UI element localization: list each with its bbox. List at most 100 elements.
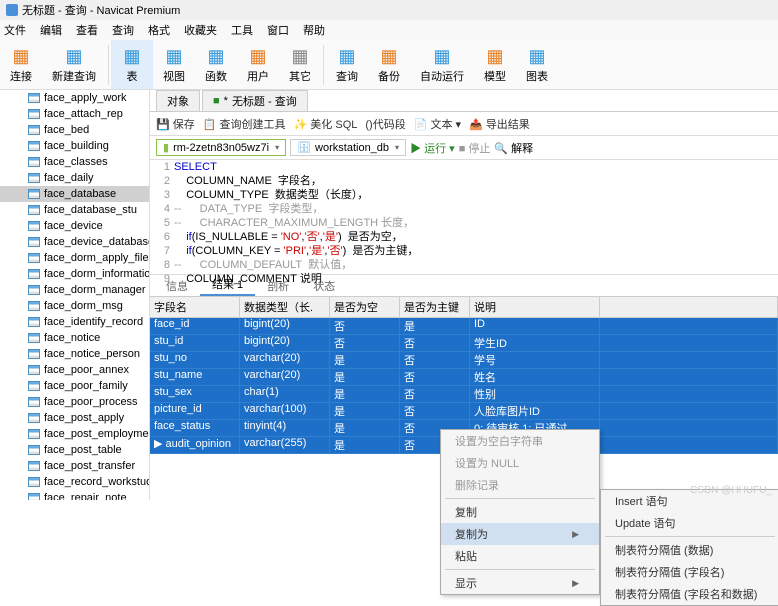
- ctx-item[interactable]: 复制为▶: [441, 523, 599, 545]
- tool-查询[interactable]: ▦查询: [326, 40, 368, 89]
- export-results-button[interactable]: 📤 导出结果: [469, 116, 530, 132]
- menu-编辑[interactable]: 编辑: [40, 22, 62, 38]
- table-row[interactable]: stu_idbigint(20)否否学生ID: [150, 335, 778, 352]
- table-face_device_database[interactable]: face_device_database: [0, 234, 149, 250]
- context-menu: 设置为空白字符串设置为 NULL删除记录复制复制为▶粘贴显示▶: [440, 429, 600, 595]
- ctx-sub-item[interactable]: 制表符分隔值 (字段名): [601, 561, 778, 583]
- connection-bar: ▮rm-2zetn83n05wz7i▾ 🗄workstation_db▾ ▶ 运…: [150, 136, 778, 160]
- col-header[interactable]: 是否为主键: [400, 297, 470, 317]
- table-face_building[interactable]: face_building: [0, 138, 149, 154]
- result-tabs: 信息结果 1剖析状态: [150, 275, 778, 297]
- table-face_dorm_manager[interactable]: face_dorm_manager: [0, 282, 149, 298]
- table-face_repair_note[interactable]: face_repair_note: [0, 490, 149, 500]
- text-button[interactable]: 📄 文本 ▾: [414, 116, 461, 132]
- tool-表[interactable]: ▦表: [111, 40, 153, 89]
- col-header[interactable]: 是否为空: [330, 297, 400, 317]
- table-face_database_stu[interactable]: face_database_stu: [0, 202, 149, 218]
- tool-新建查询[interactable]: ▦新建查询: [42, 40, 106, 89]
- col-header[interactable]: 字段名: [150, 297, 240, 317]
- tool-视图[interactable]: ▦视图: [153, 40, 195, 89]
- sql-editor[interactable]: 123456789 SELECT COLUMN_NAME 字段名， COLUMN…: [150, 160, 778, 275]
- tool-自动运行[interactable]: ▦自动运行: [410, 40, 474, 89]
- editor-tabs: 对象 ■*无标题 - 查询: [150, 90, 778, 112]
- table-icon: [28, 269, 40, 279]
- table-face_dorm_information[interactable]: face_dorm_information: [0, 266, 149, 282]
- tool-其它[interactable]: ▦其它: [279, 40, 321, 89]
- tool-连接[interactable]: ▦连接: [0, 40, 42, 89]
- table-face_device[interactable]: face_device: [0, 218, 149, 234]
- table-face_attach_rep[interactable]: face_attach_rep: [0, 106, 149, 122]
- table-face_post_transfer[interactable]: face_post_transfer: [0, 458, 149, 474]
- beautify-sql-button[interactable]: ✨ 美化 SQL: [294, 116, 358, 132]
- table-face_apply_work[interactable]: face_apply_work: [0, 90, 149, 106]
- menu-查询[interactable]: 查询: [112, 22, 134, 38]
- table-icon: [28, 381, 40, 391]
- results-grid: 字段名数据类型（长.是否为空是否为主键说明 face_idbigint(20)否…: [150, 297, 778, 454]
- menu-文件[interactable]: 文件: [4, 22, 26, 38]
- table-face_poor_annex[interactable]: face_poor_annex: [0, 362, 149, 378]
- result-tab-2[interactable]: 剖析: [255, 276, 301, 296]
- table-face_notice_person[interactable]: face_notice_person: [0, 346, 149, 362]
- table-face_dorm_msg[interactable]: face_dorm_msg: [0, 298, 149, 314]
- ctx-item: 设置为 NULL: [441, 452, 599, 474]
- tab-objects[interactable]: 对象: [156, 90, 200, 111]
- table-face_record_workstudy[interactable]: face_record_workstudy: [0, 474, 149, 490]
- result-tab-0[interactable]: 信息: [154, 276, 200, 296]
- table-face_poor_family[interactable]: face_poor_family: [0, 378, 149, 394]
- table-row[interactable]: stu_sexchar(1)是否性别: [150, 386, 778, 403]
- tool-用户[interactable]: ▦用户: [237, 40, 279, 89]
- table-face_post_employment[interactable]: face_post_employment: [0, 426, 149, 442]
- stop-button: ■ 停止: [459, 140, 491, 156]
- tool-模型[interactable]: ▦模型: [474, 40, 516, 89]
- toolbar: ▦连接▦新建查询▦表▦视图▦函数▦用户▦其它▦查询▦备份▦自动运行▦模型▦图表: [0, 40, 778, 90]
- menu-工具[interactable]: 工具: [231, 22, 253, 38]
- context-submenu: Insert 语句Update 语句制表符分隔值 (数据)制表符分隔值 (字段名…: [600, 489, 778, 606]
- result-tab-1[interactable]: 结果 1: [200, 274, 255, 296]
- table-face_identify_record[interactable]: face_identify_record: [0, 314, 149, 330]
- table-icon: [28, 205, 40, 215]
- query-builder-button[interactable]: 📋 查询创建工具: [203, 116, 286, 132]
- table-icon: [28, 493, 40, 500]
- run-button[interactable]: ▶ 运行 ▾: [410, 140, 455, 156]
- table-row[interactable]: stu_novarchar(20)是否学号: [150, 352, 778, 369]
- tool-图表[interactable]: ▦图表: [516, 40, 558, 89]
- table-face_post_apply[interactable]: face_post_apply: [0, 410, 149, 426]
- database-select[interactable]: 🗄workstation_db▾: [290, 139, 406, 156]
- col-header[interactable]: 数据类型（长.: [240, 297, 330, 317]
- table-face_classes[interactable]: face_classes: [0, 154, 149, 170]
- tab-query[interactable]: ■*无标题 - 查询: [202, 90, 308, 111]
- table-face_post_table[interactable]: face_post_table: [0, 442, 149, 458]
- menu-收藏夹[interactable]: 收藏夹: [184, 22, 217, 38]
- ctx-sub-item[interactable]: 制表符分隔值 (数据): [601, 539, 778, 561]
- ctx-item[interactable]: 复制: [441, 501, 599, 523]
- ctx-sub-item[interactable]: 制表符分隔值 (字段名和数据): [601, 583, 778, 605]
- menu-窗口[interactable]: 窗口: [267, 22, 289, 38]
- table-face_dorm_apply_file[interactable]: face_dorm_apply_file: [0, 250, 149, 266]
- explain-button[interactable]: 🔍 解释: [494, 140, 533, 156]
- table-face_poor_process[interactable]: face_poor_process: [0, 394, 149, 410]
- menubar: 文件编辑查看查询格式收藏夹工具窗口帮助: [0, 20, 778, 40]
- menu-查看[interactable]: 查看: [76, 22, 98, 38]
- col-header[interactable]: 说明: [470, 297, 600, 317]
- table-face_notice[interactable]: face_notice: [0, 330, 149, 346]
- connection-select[interactable]: ▮rm-2zetn83n05wz7i▾: [156, 139, 286, 156]
- ctx-sub-item[interactable]: Update 语句: [601, 512, 778, 534]
- table-face_bed[interactable]: face_bed: [0, 122, 149, 138]
- menu-格式[interactable]: 格式: [148, 22, 170, 38]
- code-snippet-button[interactable]: ()代码段: [365, 116, 405, 132]
- result-tab-3[interactable]: 状态: [301, 276, 347, 296]
- table-icon: [28, 301, 40, 311]
- menu-帮助[interactable]: 帮助: [303, 22, 325, 38]
- table-row[interactable]: face_idbigint(20)否是ID: [150, 318, 778, 335]
- table-row[interactable]: stu_namevarchar(20)是否姓名: [150, 369, 778, 386]
- table-row[interactable]: picture_idvarchar(100)是否人脸库图片ID: [150, 403, 778, 420]
- table-face_database[interactable]: face_database: [0, 186, 149, 202]
- table-icon: [28, 285, 40, 295]
- table-face_daily[interactable]: face_daily: [0, 170, 149, 186]
- table-icon: [28, 237, 40, 247]
- ctx-item[interactable]: 粘贴: [441, 545, 599, 567]
- tool-函数[interactable]: ▦函数: [195, 40, 237, 89]
- save-button[interactable]: 💾 保存: [156, 116, 195, 132]
- tool-备份[interactable]: ▦备份: [368, 40, 410, 89]
- ctx-item[interactable]: 显示▶: [441, 572, 599, 594]
